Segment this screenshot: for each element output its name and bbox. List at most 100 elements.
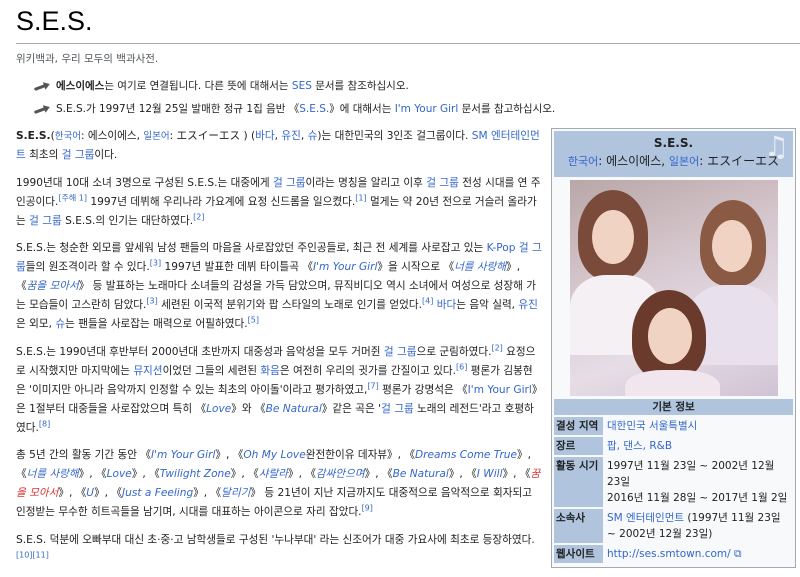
wiki-link[interactable]: 바다 <box>437 299 457 311</box>
wiki-link[interactable]: SES <box>292 80 312 92</box>
citation-link[interactable]: [3] <box>150 258 161 267</box>
group-photo[interactable] <box>569 180 778 396</box>
wiki-link[interactable]: 달리기 <box>221 487 250 499</box>
tagline: 위키백과, 우리 모두의 백과사전. <box>16 53 159 65</box>
wiki-link[interactable]: U <box>86 487 94 499</box>
wiki-link[interactable]: 걸 그룹 <box>62 149 95 161</box>
text: 1997년 데뷔해 우리나라 가요계에 요정 신드롬을 일으켰다. <box>86 195 356 208</box>
wiki-link[interactable]: 뮤지션 <box>133 365 162 377</box>
wiki-link[interactable]: Be Natural <box>266 403 322 415</box>
row-value[interactable]: 팝, 댄스, R&B <box>607 440 672 452</box>
wiki-link[interactable]: 일본어 <box>143 131 169 142</box>
wiki-link[interactable]: 너를 사랑해 <box>27 468 79 480</box>
wiki-link[interactable]: 샤랄라 <box>259 468 288 480</box>
citation-link[interactable]: [4] <box>422 296 433 305</box>
text: 문서를 참조하십시오. <box>311 80 409 92</box>
korean-name: 에스이에스 <box>606 154 662 168</box>
text: S.E.S.는 1990년대 후반부터 2000년대 초반까지 대중성과 음악성… <box>16 345 384 358</box>
text: 완전한이유 데자뷰》, 《 <box>305 449 415 461</box>
wiki-link[interactable]: 걸 그룹 <box>273 177 306 189</box>
citation-link[interactable]: [2] <box>491 343 502 352</box>
japanese-link[interactable]: 일본어 <box>669 155 699 168</box>
citation-link[interactable]: [3] <box>146 296 157 305</box>
wiki-link[interactable]: I'm Your Girl <box>313 261 377 273</box>
external-link-icon: ⧉ <box>730 548 742 560</box>
text: 는 여기로 연결됩니다. 다른 뜻에 대해서는 <box>104 80 292 92</box>
wiki-link[interactable]: 슈 <box>308 130 318 142</box>
row-value[interactable]: SM 엔터테인먼트 <box>607 512 684 524</box>
website-link[interactable]: http://ses.smtown.com/ <box>607 548 731 560</box>
text: 평론가 강명석은 《 <box>378 383 468 396</box>
text: 》, 《 <box>230 468 259 480</box>
citation-link[interactable]: [8] <box>39 419 50 428</box>
wiki-link[interactable]: Just a Feeling <box>122 487 193 499</box>
text: 에스이에스 <box>56 80 105 92</box>
text: 》을 시작으로 《 <box>377 261 455 273</box>
wiki-link[interactable]: 꿈을 모아서 <box>27 280 79 292</box>
text: 》, 《 <box>78 468 107 480</box>
infobox-header: ♫ S.E.S. 한국어: 에스이에스, 일본어: エスイーエス <box>554 131 793 177</box>
text: S.E.S. <box>16 130 51 142</box>
wiki-link[interactable]: 화음 <box>260 365 280 377</box>
text: 1990년대 10대 소녀 3명으로 구성된 S.E.S.는 대중에게 <box>16 176 273 189</box>
wiki-link[interactable]: Twilight Zone <box>160 468 231 480</box>
wiki-link[interactable]: Oh My Love <box>243 449 305 461</box>
wiki-link[interactable]: K-Pop <box>487 242 516 254</box>
wiki-link[interactable]: I Will <box>477 468 503 480</box>
text: 으로 군림하였다. <box>416 345 492 358</box>
infobox: ♫ S.E.S. 한국어: 에스이에스, 일본어: エスイーエス 기본 정보 결… <box>551 128 796 568</box>
wiki-link[interactable]: Love <box>107 468 132 480</box>
paragraph: S.E.S. 덕분에 오빠부대 대신 초·중·고 남학생들로 구성된 '누나부대… <box>16 531 542 569</box>
citation-link[interactable]: [주해 1] <box>58 193 87 202</box>
wiki-link[interactable]: S.E.S. <box>299 103 329 115</box>
text: 》와 《 <box>231 402 266 415</box>
wiki-link[interactable]: 걸 그룹 <box>29 215 62 227</box>
text: 》, 《 <box>131 468 160 480</box>
citation-link[interactable]: [10] <box>16 550 32 559</box>
text: 이라는 명칭을 알리고 이후 <box>305 176 427 189</box>
wiki-link[interactable]: I'm Your Girl <box>151 449 215 461</box>
citation-link[interactable]: [5] <box>248 315 259 324</box>
row-value[interactable]: 대한민국 서울특별시 <box>607 420 697 432</box>
wiki-link[interactable]: Be Natural <box>393 468 449 480</box>
text: S.E.S. 덕분에 오빠부대 대신 초·중·고 남학생들로 구성된 '누나부대… <box>16 533 535 546</box>
citation-link[interactable]: [7] <box>367 381 378 390</box>
redirect-arrow-icon <box>32 80 52 92</box>
text: 는 팬들을 사로잡는 매력으로 어필하였다. <box>65 318 248 330</box>
wiki-link[interactable]: 감싸안으며 <box>316 468 365 480</box>
text: 문서를 참고하십시오. <box>458 103 556 115</box>
text: 이다. <box>94 149 118 161</box>
text: )는 대한민국의 3인조 걸그룹이다. <box>317 130 472 142</box>
wiki-link[interactable]: 걸 그룹 <box>384 346 417 358</box>
text: 》같은 곡은 ' <box>321 402 382 415</box>
citation-link[interactable]: [2] <box>193 212 204 221</box>
paragraph: S.E.S.는 청순한 외모를 앞세워 남성 팬들의 마음을 사로잡았던 주인공… <box>16 239 542 334</box>
citation-link[interactable]: [9] <box>362 503 373 512</box>
wiki-link[interactable]: 걸 그룹 <box>426 177 459 189</box>
wiki-link[interactable]: 한국어 <box>55 131 81 142</box>
wiki-link[interactable]: I'm Your Girl <box>468 384 532 396</box>
infobox-row: 활동 시기 1997년 11월 23일 ~ 2002년 12월 23일 2016년 … <box>554 457 793 507</box>
wiki-link[interactable]: 유진 <box>281 130 301 142</box>
text: 》, 《 <box>364 468 393 480</box>
infobox-row: 웹사이트 http://ses.smtown.com/ ⧉ <box>554 545 793 563</box>
article-body: S.E.S.(한국어: 에스이에스, 일본어: エスイーエス ) (바다, 유진… <box>16 127 542 577</box>
korean-link[interactable]: 한국어 <box>568 155 598 168</box>
paragraph: S.E.S.는 1990년대 후반부터 2000년대 초반까지 대중성과 음악성… <box>16 343 542 438</box>
wiki-link[interactable]: 바다 <box>255 130 275 142</box>
paragraph: S.E.S.(한국어: 에스이에스, 일본어: エスイーエス ) (바다, 유진… <box>16 127 542 165</box>
citation-link[interactable]: [1] <box>355 193 366 202</box>
wiki-link[interactable]: 걸 그룹 <box>381 403 414 415</box>
wiki-link[interactable]: Love <box>206 403 231 415</box>
wiki-link[interactable]: 슈 <box>55 318 65 330</box>
wiki-link[interactable]: 너를 사랑해 <box>454 261 506 273</box>
wiki-link[interactable]: 유진 <box>518 299 538 311</box>
paragraph: 1990년대 10대 소녀 3명으로 구성된 S.E.S.는 대중에게 걸 그룹… <box>16 174 542 231</box>
wiki-link[interactable]: Dreams Come True <box>415 449 517 461</box>
text: 이었던 그들의 세련된 <box>162 364 261 377</box>
text: 1997년 발표한 데뷔 타이틀곡 《 <box>161 261 314 273</box>
infobox-section-basic-info: 기본 정보 <box>554 399 793 415</box>
citation-link[interactable]: [11] <box>32 550 48 559</box>
wiki-link[interactable]: I'm Your Girl <box>395 103 459 115</box>
citation-link[interactable]: [6] <box>456 362 467 371</box>
